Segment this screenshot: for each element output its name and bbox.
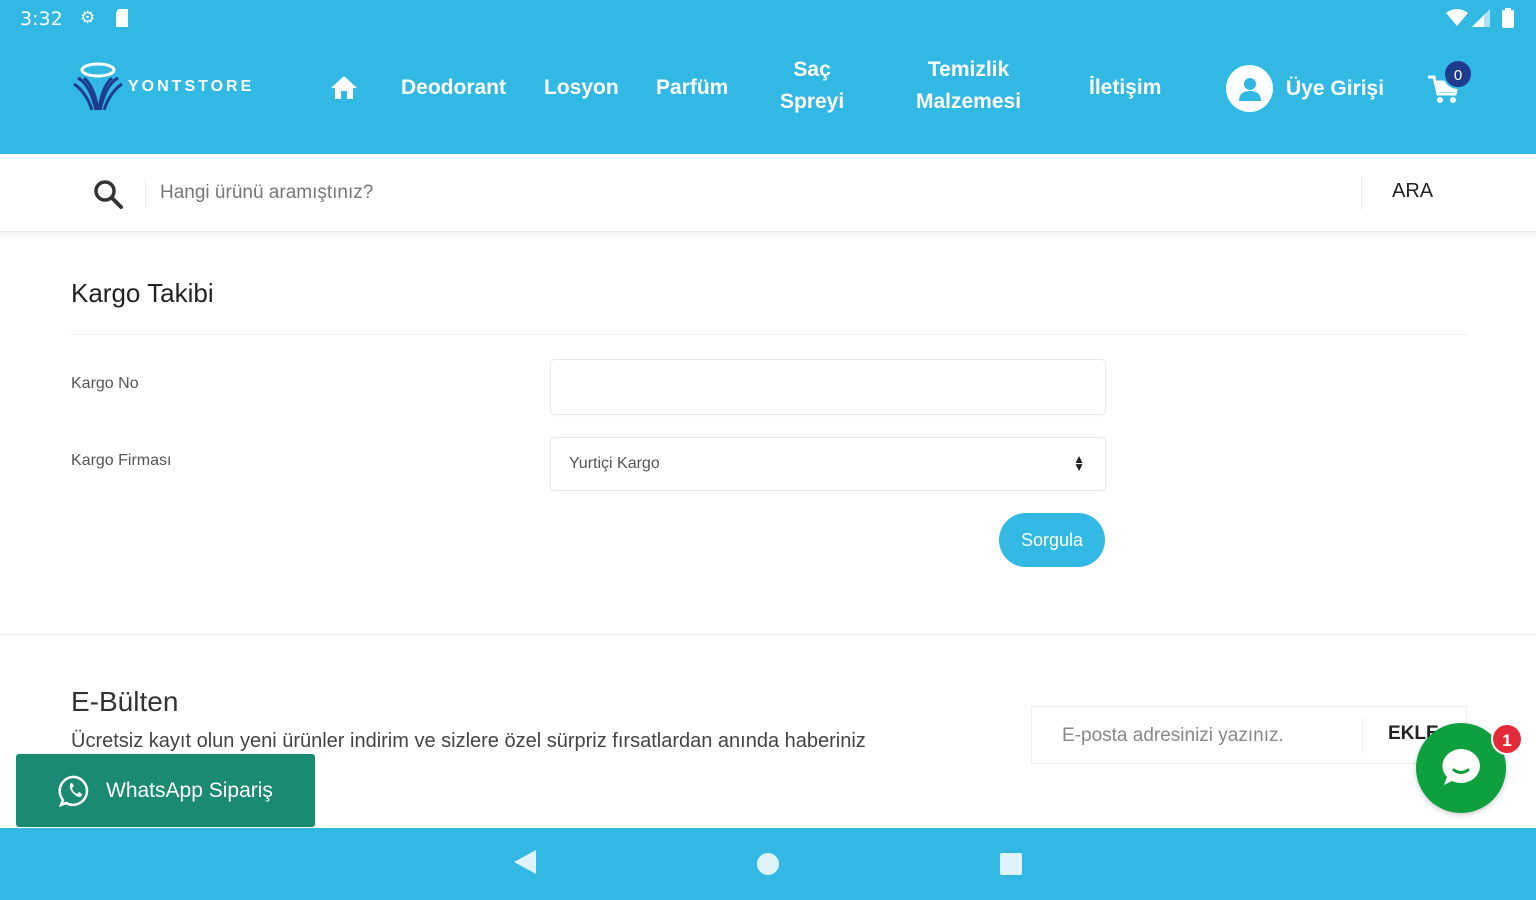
search-bar: ARA xyxy=(0,154,1536,232)
home-icon[interactable] xyxy=(330,74,358,105)
search-input[interactable] xyxy=(160,172,1350,214)
nav-parfum[interactable]: Parfüm xyxy=(656,72,728,104)
nav-losyon[interactable]: Losyon xyxy=(544,72,619,104)
title-divider xyxy=(71,334,1467,335)
email-divider xyxy=(1362,717,1363,753)
nav-deodorant[interactable]: Deodorant xyxy=(401,72,506,104)
query-button[interactable]: Sorgula xyxy=(999,513,1105,567)
whatsapp-icon xyxy=(58,775,89,807)
chat-notification-badge: 1 xyxy=(1491,723,1523,755)
back-icon[interactable] xyxy=(512,848,538,881)
kargo-firma-select[interactable]: Yurtiçi Kargo ▲ ▼ xyxy=(550,437,1106,491)
nav-temizlik-malzemesi[interactable]: Temizlik Malzemesi xyxy=(916,54,1021,118)
nav-sac-line2: Spreyi xyxy=(780,90,845,113)
settings-icon: ⚙ xyxy=(80,8,96,28)
kargo-no-field[interactable] xyxy=(550,359,1106,415)
search-divider xyxy=(145,178,146,208)
select-arrows-icon: ▲ ▼ xyxy=(1073,452,1085,474)
battery-icon xyxy=(1502,8,1514,33)
whatsapp-order-button[interactable]: WhatsApp Sipariş xyxy=(16,754,315,827)
newsletter-title: E-Bülten xyxy=(71,686,179,717)
status-time: 3:32 xyxy=(20,8,63,30)
site-logo[interactable]: YONTSTORE xyxy=(72,62,254,112)
newsletter-description: Ücretsiz kayıt olun yeni ürünler indirim… xyxy=(71,730,866,752)
nav-temizlik-line2: Malzemesi xyxy=(916,90,1022,113)
chat-icon xyxy=(1442,749,1480,785)
nav-sac-line1: Saç xyxy=(793,58,831,81)
newsletter-form: EKLE xyxy=(1031,706,1467,764)
user-icon xyxy=(1226,65,1273,112)
sd-card-icon xyxy=(114,9,130,32)
signal-icon xyxy=(1472,9,1490,32)
system-navigation-bar xyxy=(0,828,1536,900)
kargo-no-label: Kargo No xyxy=(71,375,139,392)
cart-count-badge: 0 xyxy=(1443,59,1473,89)
nav-iletisim[interactable]: İletişim xyxy=(1089,72,1161,104)
kargo-firma-label: Kargo Firması xyxy=(71,452,172,469)
nav-temizlik-line1: Temizlik xyxy=(927,58,1010,81)
search-icon[interactable] xyxy=(92,178,124,215)
login-link[interactable]: Üye Girişi xyxy=(1226,65,1384,112)
status-bar: 3:32 ⚙ xyxy=(0,0,1536,38)
nav-sac-spreyi[interactable]: Saç Spreyi xyxy=(780,54,844,118)
recents-icon[interactable] xyxy=(999,852,1023,881)
brand-name: YONTSTORE xyxy=(128,78,255,95)
email-field[interactable] xyxy=(1062,721,1352,751)
login-label: Üye Girişi xyxy=(1286,76,1385,100)
whatsapp-label: WhatsApp Sipariş xyxy=(106,778,273,802)
search-button-divider xyxy=(1361,176,1362,210)
site-header: YONTSTORE Deodorant Losyon Parfüm Saç Sp… xyxy=(0,38,1536,154)
search-button[interactable]: ARA xyxy=(1392,180,1433,203)
kargo-firma-selected: Yurtiçi Kargo xyxy=(569,455,660,472)
home-nav-icon[interactable] xyxy=(756,852,780,881)
wifi-icon xyxy=(1446,9,1468,32)
page-title: Kargo Takibi xyxy=(71,278,214,308)
logo-mark-icon xyxy=(73,62,123,111)
section-divider xyxy=(0,634,1536,635)
